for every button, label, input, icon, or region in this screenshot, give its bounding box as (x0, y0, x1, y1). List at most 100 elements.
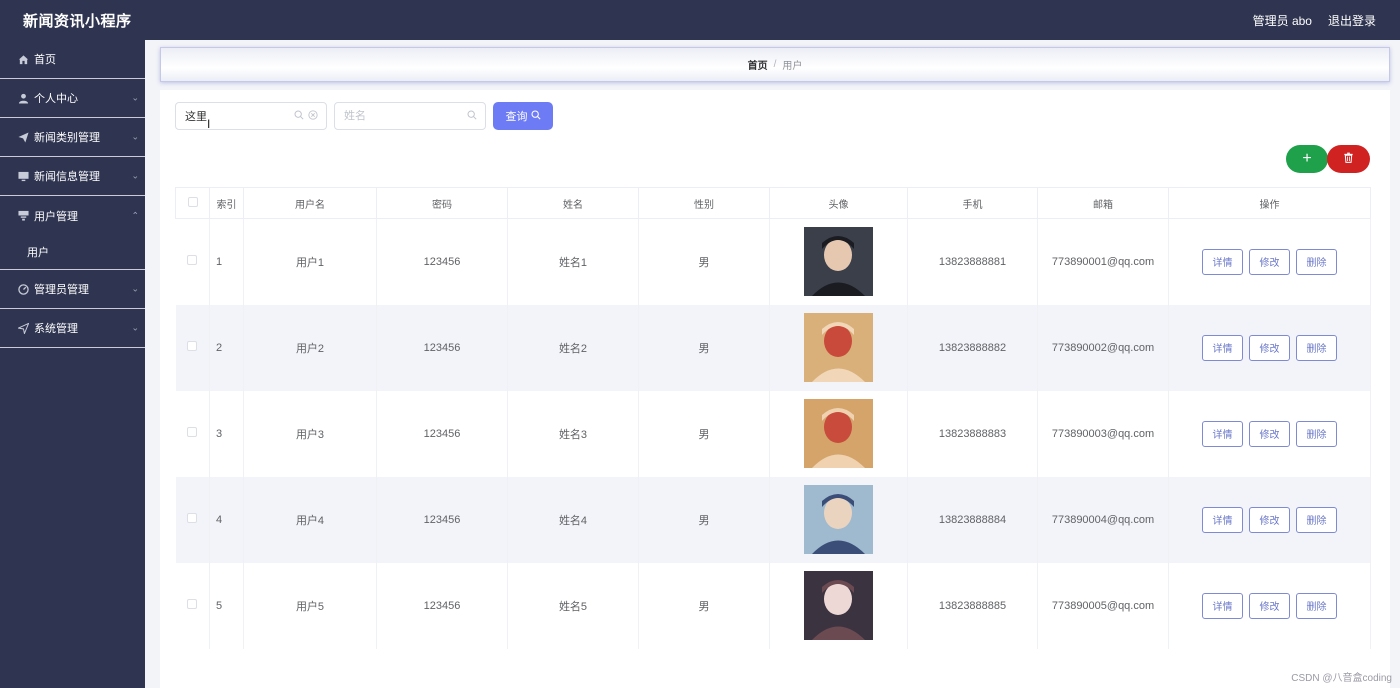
delete-button[interactable]: 删除 (1296, 592, 1337, 619)
delete-button[interactable]: 删除 (1296, 420, 1337, 447)
cell-actions: 详情 修改 删除 (1168, 476, 1371, 563)
sidebar-item-news-info[interactable]: 新闻信息管理 ⌄ (0, 157, 145, 196)
batch-delete-button[interactable] (1327, 145, 1370, 173)
table-row: 3 用户3 123456 姓名3 男 13823888883 773890003@qq.co… (175, 390, 1371, 477)
detail-button[interactable]: 详情 (1202, 248, 1243, 275)
monitor-icon (17, 170, 29, 182)
detail-button[interactable]: 详情 (1202, 420, 1243, 447)
edit-button[interactable]: 修改 (1249, 248, 1290, 275)
cell-password: 123456 (376, 390, 508, 477)
sidebar-item-label: 新闻信息管理 (34, 171, 100, 183)
cell-actions: 详情 修改 删除 (1168, 304, 1371, 391)
row-checkbox-cell[interactable] (175, 476, 210, 563)
table-row: 1 用户1 123456 姓名1 男 13823888881 773890001@qq.co… (175, 218, 1371, 305)
sidebar: 首页 个人中心 ⌄ 新闻类别管理 ⌄ 新闻信息管理 ⌄ 用户管理 ⌃ 用户 管理… (0, 40, 145, 688)
sidebar-item-system-management[interactable]: 系统管理 ⌄ (0, 309, 145, 348)
select-all-checkbox-cell[interactable] (175, 187, 210, 219)
add-button[interactable]: + (1286, 145, 1328, 173)
chevron-down-icon: ⌄ (131, 283, 139, 294)
avatar (804, 485, 873, 554)
user-icon (17, 92, 29, 104)
cell-phone: 13823888884 (907, 476, 1038, 563)
column-header: 邮箱 (1037, 187, 1169, 219)
name-search-field[interactable] (334, 102, 486, 130)
cell-index: 2 (209, 304, 244, 391)
edit-button[interactable]: 修改 (1249, 334, 1290, 361)
sidebar-item-label: 用户管理 (34, 210, 78, 223)
edit-button[interactable]: 修改 (1249, 592, 1290, 619)
detail-button[interactable]: 详情 (1202, 334, 1243, 361)
send-icon (17, 322, 29, 334)
cell-actions: 详情 修改 删除 (1168, 562, 1371, 649)
gauge-icon (17, 283, 29, 295)
search-icon (294, 110, 304, 123)
query-button-label: 查询 (505, 111, 528, 123)
row-checkbox-cell[interactable] (175, 562, 210, 649)
top-right-area: 管理员 abo 退出登录 (1253, 12, 1376, 29)
cell-username: 用户5 (243, 562, 377, 649)
chevron-down-icon: ⌄ (131, 92, 139, 103)
trash-icon (1343, 152, 1354, 166)
column-header: 索引 (209, 187, 244, 219)
column-header: 性别 (638, 187, 770, 219)
sidebar-item-profile[interactable]: 个人中心 ⌄ (0, 79, 145, 118)
breadcrumb-home[interactable]: 首页 (748, 57, 768, 72)
detail-button[interactable]: 详情 (1202, 592, 1243, 619)
row-checkbox[interactable] (187, 255, 198, 266)
cell-avatar (769, 476, 908, 563)
column-header: 密码 (376, 187, 508, 219)
sidebar-item-label: 个人中心 (34, 93, 78, 105)
username-search-field[interactable] (175, 102, 327, 130)
cell-avatar (769, 218, 908, 305)
sidebar-item-admin-management[interactable]: 管理员管理 ⌄ (0, 270, 145, 309)
cell-name: 姓名4 (507, 476, 639, 563)
sidebar-subitem-users[interactable]: 用户 (0, 235, 145, 270)
username-search-input[interactable] (185, 110, 290, 122)
row-checkbox-cell[interactable] (175, 390, 210, 477)
edit-button[interactable]: 修改 (1249, 420, 1290, 447)
cell-email: 773890002@qq.com (1037, 304, 1169, 391)
row-checkbox-cell[interactable] (175, 218, 210, 305)
cell-phone: 13823888883 (907, 390, 1038, 477)
delete-button[interactable]: 删除 (1296, 248, 1337, 275)
column-header: 头像 (769, 187, 908, 219)
admin-label: 管理员 abo (1252, 13, 1312, 28)
cell-actions: 详情 修改 删除 (1168, 218, 1371, 305)
row-checkbox[interactable] (187, 427, 198, 437)
row-checkbox[interactable] (187, 513, 198, 523)
cell-email: 773890005@qq.com (1037, 562, 1169, 649)
chevron-down-icon: ⌄ (131, 322, 139, 333)
name-search-input[interactable] (344, 110, 463, 122)
cell-index: 1 (209, 218, 244, 305)
watermark: CSDN @八音盒coding (1291, 673, 1392, 684)
row-checkbox[interactable] (187, 599, 198, 609)
column-header: 操作 (1168, 187, 1371, 219)
cell-phone: 13823888881 (907, 218, 1038, 305)
avatar (804, 313, 873, 382)
top-bar: 新闻资讯小程序 管理员 abo 退出登录 (0, 0, 1400, 40)
query-button[interactable]: 查询 (493, 102, 553, 130)
delete-button[interactable]: 删除 (1296, 506, 1337, 533)
cell-name: 姓名2 (507, 304, 639, 391)
avatar (804, 571, 873, 640)
cell-avatar (769, 390, 908, 477)
detail-button[interactable]: 详情 (1202, 506, 1243, 533)
sidebar-item-news-category[interactable]: 新闻类别管理 ⌄ (0, 118, 145, 157)
avatar (804, 227, 873, 297)
list-icon (17, 210, 29, 222)
column-header: 姓名 (507, 187, 639, 219)
edit-button[interactable]: 修改 (1249, 506, 1290, 533)
clear-icon[interactable] (308, 109, 318, 123)
cell-index: 3 (209, 390, 244, 477)
row-checkbox[interactable] (187, 341, 198, 351)
row-checkbox-cell[interactable] (175, 304, 210, 391)
sidebar-item-user-management[interactable]: 用户管理 ⌃ (0, 196, 145, 235)
select-all-checkbox[interactable] (187, 196, 198, 207)
breadcrumb-current: 用户 (782, 61, 803, 72)
delete-button[interactable]: 删除 (1296, 334, 1337, 361)
sidebar-item-label: 管理员管理 (34, 284, 89, 296)
home-icon (17, 53, 29, 65)
sidebar-item-home[interactable]: 首页 (0, 40, 145, 79)
logout-link[interactable]: 退出登录 (1328, 12, 1376, 29)
cell-password: 123456 (376, 476, 508, 563)
